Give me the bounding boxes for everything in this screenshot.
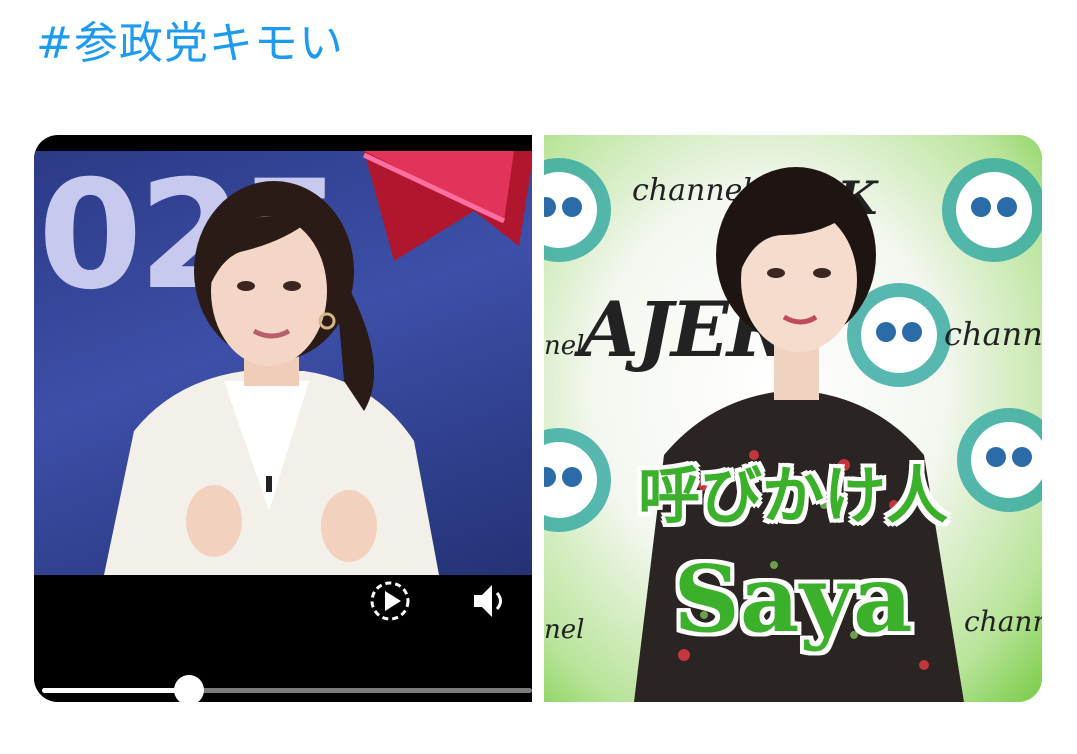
caption-name: Saya bbox=[673, 545, 913, 653]
video-controls-bar bbox=[34, 575, 532, 702]
speaker-figure bbox=[104, 181, 439, 575]
hashtag-link[interactable]: #参政党キモい bbox=[36, 14, 344, 74]
caption-title: 呼びかけ人 bbox=[637, 459, 948, 532]
nel-logo-text: nel bbox=[544, 331, 585, 361]
progress-fill bbox=[42, 688, 189, 693]
progress-scrubber-handle[interactable] bbox=[174, 675, 204, 702]
video-player[interactable]: 025 bbox=[34, 135, 532, 702]
video-progress-bar[interactable] bbox=[42, 675, 532, 702]
volume-icon[interactable] bbox=[470, 579, 510, 623]
video-frame[interactable]: 025 bbox=[34, 151, 532, 575]
photo-image[interactable]: channel SK channel nel AJER nel channel bbox=[544, 135, 1042, 702]
media-grid: 025 channel chann nel AJER nel chan 呼びかけ… bbox=[34, 135, 1042, 702]
replay-icon[interactable] bbox=[368, 579, 412, 623]
